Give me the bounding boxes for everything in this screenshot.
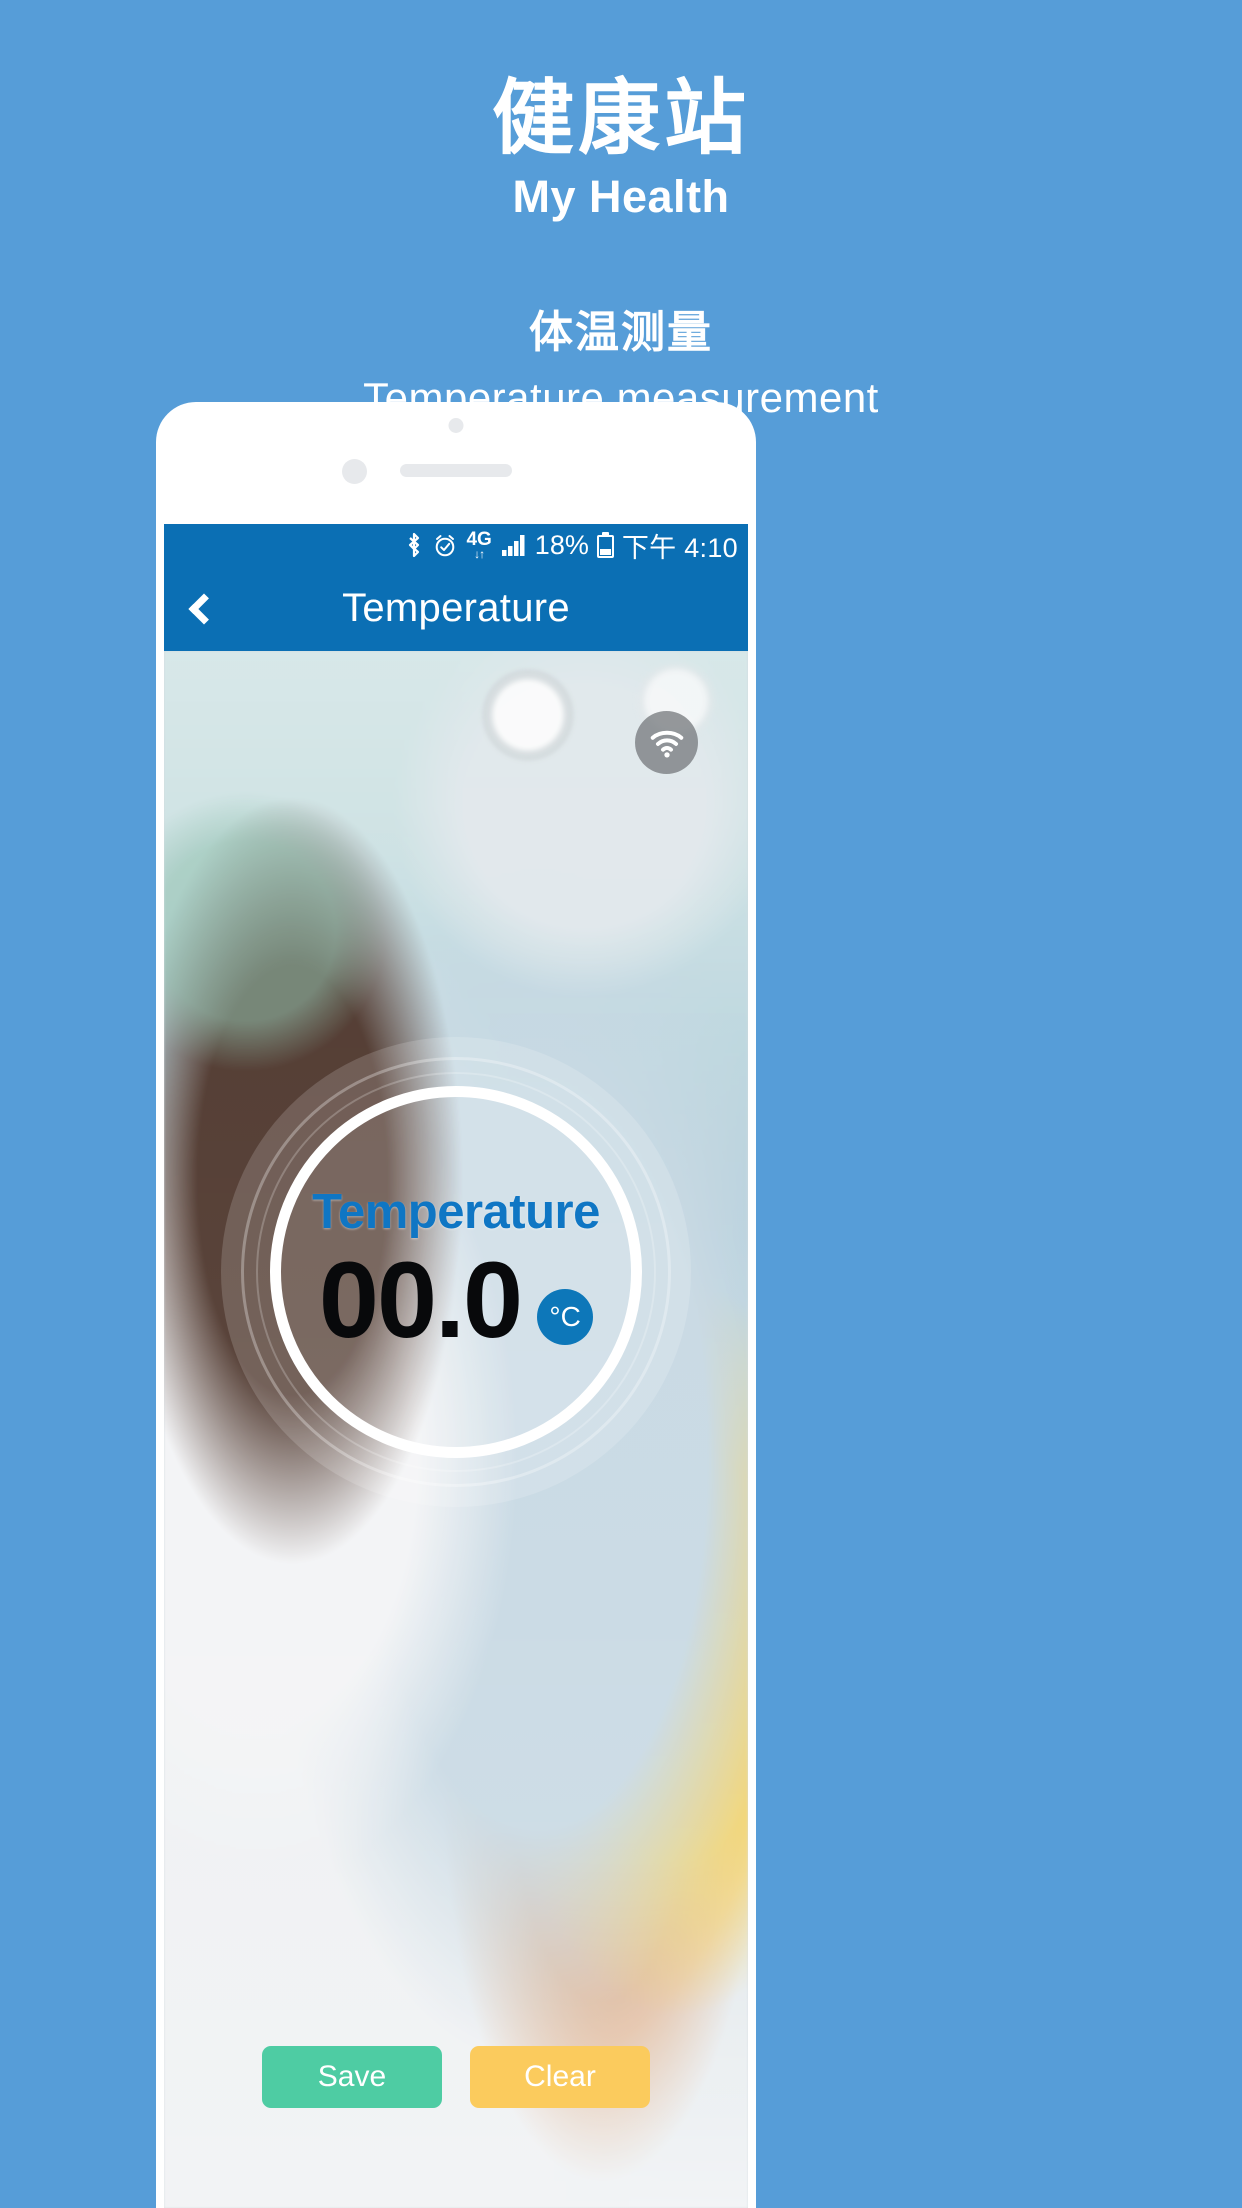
phone-mockup: 4G ↓↑ 18% 下午 4:10 Temperature Temperatur… xyxy=(156,402,756,2208)
data-arrows-icon: ↓↑ xyxy=(474,547,485,561)
action-button-row: Save Clear xyxy=(164,2046,748,2108)
bluetooth-icon xyxy=(404,531,424,559)
app-bar: Temperature xyxy=(164,566,748,651)
phone-speaker-grill xyxy=(400,464,512,477)
battery-icon xyxy=(596,532,614,558)
clear-button[interactable]: Clear xyxy=(470,2046,650,2108)
dial-label: Temperature xyxy=(312,1185,600,1239)
wifi-button[interactable] xyxy=(635,711,698,774)
wifi-icon xyxy=(648,724,686,762)
network-type-indicator: 4G ↓↑ xyxy=(466,530,491,560)
status-bar-clock: 下午 4:10 xyxy=(621,532,738,563)
dial-content: Temperature 00.0 °C xyxy=(270,1086,642,1458)
phone-screen: 4G ↓↑ 18% 下午 4:10 Temperature Temperatur… xyxy=(164,524,748,2208)
back-button[interactable] xyxy=(164,566,238,651)
page-title: Temperature xyxy=(342,586,570,630)
brand-title-en: My Health xyxy=(512,171,730,222)
signal-bars-icon xyxy=(500,533,527,557)
phone-camera-icon xyxy=(448,418,464,433)
promo-header: 健康站 My Health 体温测量 Temperature measureme… xyxy=(0,0,1242,419)
phone-sensor-icon xyxy=(342,459,367,484)
temperature-value: 00.0 xyxy=(318,1239,523,1360)
back-chevron-icon xyxy=(188,592,220,625)
temperature-dial: Temperature 00.0 °C xyxy=(221,1037,691,1507)
measurement-screen: Temperature 00.0 °C Save Clear xyxy=(164,651,748,2208)
unit-badge[interactable]: °C xyxy=(537,1289,594,1345)
brand-title-cn: 健康站 xyxy=(491,73,750,164)
alarm-icon xyxy=(432,531,458,559)
status-bar: 4G ↓↑ 18% 下午 4:10 xyxy=(164,524,748,566)
dial-value-row: 00.0 °C xyxy=(318,1239,594,1360)
battery-percent-label: 18% xyxy=(534,529,589,560)
section-title-cn: 体温测量 xyxy=(529,308,713,357)
save-button[interactable]: Save xyxy=(262,2046,442,2108)
